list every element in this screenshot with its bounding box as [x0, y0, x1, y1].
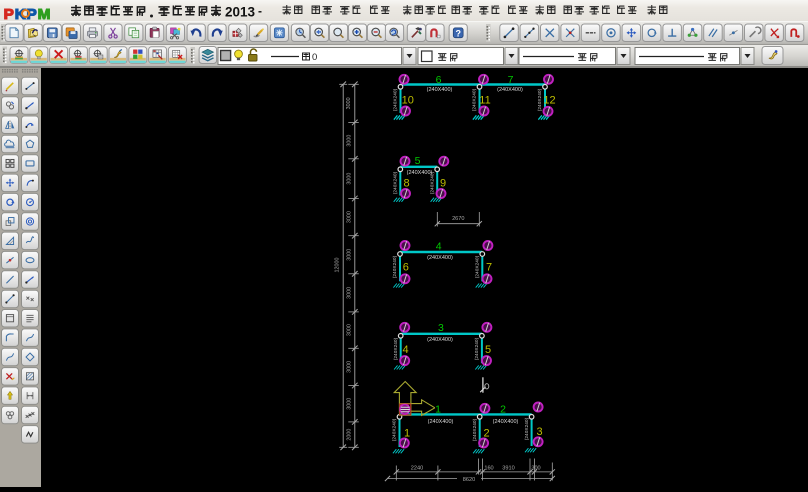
- svg-text:2: 2: [500, 404, 506, 416]
- svg-text:2013: 2013: [225, 5, 256, 20]
- svg-text:160: 160: [484, 465, 493, 471]
- svg-text:(240X400): (240X400): [497, 87, 523, 93]
- svg-text:3000: 3000: [346, 361, 352, 373]
- svg-text:M: M: [38, 6, 51, 22]
- svg-text:3910: 3910: [502, 465, 514, 471]
- svg-text:(240X240): (240X240): [393, 337, 399, 360]
- svg-text:(240X400): (240X400): [427, 255, 453, 261]
- svg-text:(240X400): (240X400): [427, 87, 453, 93]
- svg-text:(240X400): (240X400): [493, 419, 519, 425]
- svg-text:8620: 8620: [463, 477, 475, 483]
- svg-text:(240X400): (240X400): [407, 170, 433, 176]
- svg-text:9: 9: [440, 178, 446, 190]
- svg-text:3000: 3000: [346, 398, 352, 410]
- svg-text:(240X400): (240X400): [428, 419, 454, 425]
- svg-text:(240X240): (240X240): [524, 417, 530, 440]
- svg-text:4: 4: [402, 344, 408, 356]
- svg-text:2670: 2670: [452, 216, 464, 222]
- svg-text:3000: 3000: [346, 324, 352, 336]
- svg-text:(240X240): (240X240): [472, 88, 478, 111]
- svg-text:?: ?: [455, 29, 461, 39]
- svg-text:0: 0: [312, 52, 317, 63]
- svg-text:3000: 3000: [346, 249, 352, 261]
- svg-text:10: 10: [402, 95, 414, 107]
- svg-text:8: 8: [403, 178, 409, 190]
- svg-text:2000: 2000: [346, 429, 352, 441]
- svg-text:(240X240): (240X240): [393, 88, 399, 111]
- svg-text:K: K: [15, 6, 26, 22]
- svg-text:4: 4: [436, 241, 442, 253]
- svg-text:3000: 3000: [346, 211, 352, 223]
- svg-text:7: 7: [508, 74, 514, 86]
- svg-text:3: 3: [438, 322, 444, 334]
- svg-text:5: 5: [485, 344, 491, 356]
- svg-text:7: 7: [486, 262, 492, 274]
- svg-text:(240X240): (240X240): [474, 337, 480, 360]
- svg-text:(240X240): (240X240): [472, 418, 478, 441]
- svg-text:1: 1: [404, 428, 410, 440]
- svg-text:2240: 2240: [411, 465, 423, 471]
- svg-text:P: P: [4, 6, 14, 22]
- svg-text:-: -: [258, 4, 262, 18]
- svg-text:300: 300: [531, 465, 540, 471]
- svg-text:3000: 3000: [346, 135, 352, 147]
- svg-text:2: 2: [483, 428, 489, 440]
- svg-text:12000: 12000: [335, 258, 341, 273]
- svg-text:(240X240): (240X240): [393, 171, 399, 194]
- svg-text:6: 6: [436, 74, 442, 86]
- svg-text:(240X240): (240X240): [475, 255, 481, 278]
- svg-text:3000: 3000: [346, 173, 352, 185]
- svg-text:3: 3: [536, 426, 542, 438]
- svg-text:5: 5: [415, 155, 421, 167]
- svg-text:(240X240): (240X240): [537, 88, 543, 111]
- svg-text:1: 1: [435, 404, 441, 416]
- svg-text:(240X240): (240X240): [392, 418, 398, 441]
- svg-text:(240X240): (240X240): [392, 255, 398, 278]
- svg-text:6: 6: [403, 262, 409, 274]
- svg-text:(240X400): (240X400): [427, 337, 453, 343]
- svg-text:11: 11: [479, 95, 490, 107]
- svg-text:3000: 3000: [346, 287, 352, 299]
- svg-text:12: 12: [543, 95, 555, 107]
- svg-text:3000: 3000: [346, 97, 352, 109]
